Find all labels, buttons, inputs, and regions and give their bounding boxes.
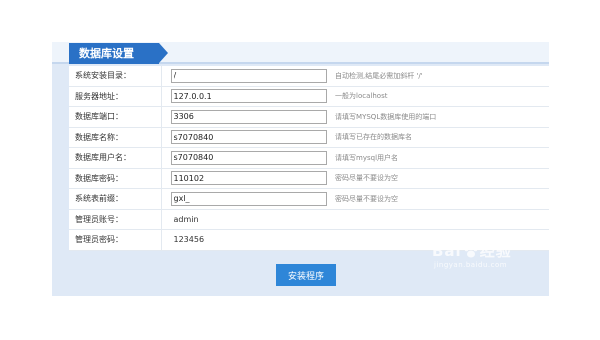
db-port-input[interactable] bbox=[170, 109, 327, 124]
panel-title: 数据库设置 bbox=[69, 43, 168, 64]
install-dir-hint: 自动检测,结尾必需加斜杆 '/' bbox=[335, 71, 423, 80]
db-user-hint: 请填写mysql用户名 bbox=[335, 153, 399, 162]
db-password-hint: 密码尽量不要设为空 bbox=[335, 174, 399, 183]
panel-header: 数据库设置 bbox=[52, 42, 549, 64]
db-name-hint: 请填写已存在的数据库名 bbox=[335, 133, 413, 142]
form-row-admin-password: 管理员密码： 123456 bbox=[69, 229, 549, 251]
table-prefix-hint: 密码尽量不要设为空 bbox=[335, 194, 399, 203]
settings-form: 系统安装目录： 自动检测,结尾必需加斜杆 '/' 服务器地址： 一般为local… bbox=[69, 66, 549, 251]
form-row-admin-account: 管理员账号： admin bbox=[69, 209, 549, 230]
db-user-label: 数据库用户名： bbox=[69, 147, 162, 169]
admin-password-label: 管理员密码： bbox=[69, 229, 162, 251]
form-row-db-user: 数据库用户名： 请填写mysql用户名 bbox=[69, 147, 549, 169]
admin-password-value: 123456 bbox=[173, 235, 205, 245]
server-address-input[interactable] bbox=[170, 89, 327, 104]
admin-account-label: 管理员账号： bbox=[69, 209, 162, 230]
form-row-db-password: 数据库密码： 密码尽量不要设为空 bbox=[69, 168, 549, 189]
table-prefix-input[interactable] bbox=[170, 191, 327, 206]
table-prefix-label: 系统表前缀： bbox=[69, 188, 162, 210]
database-settings-panel: 数据库设置 系统安装目录： 自动检测,结尾必需加斜杆 '/' 服务器地址： 一般… bbox=[52, 42, 549, 296]
db-user-input[interactable] bbox=[170, 150, 327, 165]
form-row-db-name: 数据库名称： 请填写已存在的数据库名 bbox=[69, 127, 549, 148]
db-port-hint: 请填写MYSQL数据库使用的端口 bbox=[335, 112, 437, 121]
server-address-hint: 一般为localhost bbox=[335, 92, 388, 101]
db-port-label: 数据库端口： bbox=[69, 106, 162, 128]
db-password-label: 数据库密码： bbox=[69, 168, 162, 189]
admin-account-value: admin bbox=[173, 214, 199, 224]
db-name-input[interactable] bbox=[170, 130, 327, 145]
install-dir-input[interactable] bbox=[170, 68, 327, 83]
form-row-install-dir: 系统安装目录： 自动检测,结尾必需加斜杆 '/' bbox=[69, 66, 549, 87]
db-name-label: 数据库名称： bbox=[69, 127, 162, 148]
form-row-server-address: 服务器地址： 一般为localhost bbox=[69, 86, 549, 107]
install-button[interactable]: 安装程序 bbox=[276, 264, 336, 286]
form-row-db-port: 数据库端口： 请填写MYSQL数据库使用的端口 bbox=[69, 106, 549, 128]
form-row-table-prefix: 系统表前缀： 密码尽量不要设为空 bbox=[69, 188, 549, 210]
db-password-input[interactable] bbox=[170, 171, 327, 186]
server-address-label: 服务器地址： bbox=[69, 86, 162, 107]
install-dir-label: 系统安装目录： bbox=[69, 66, 162, 87]
